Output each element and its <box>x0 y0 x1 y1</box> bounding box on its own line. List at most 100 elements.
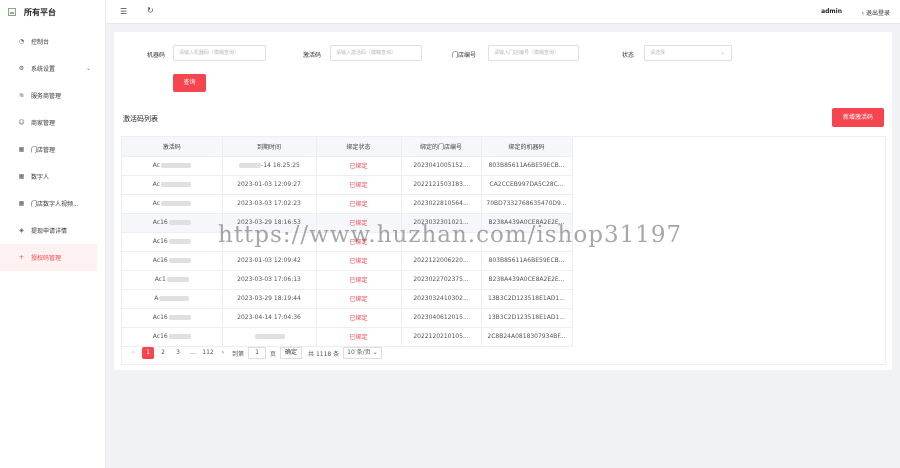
goto-label: 到第 <box>232 350 245 358</box>
cell-machine: 13B3C2D123518E1AD1... <box>481 289 573 309</box>
redacted-mask <box>160 163 191 168</box>
cell-store: 2023032410302... <box>401 289 482 309</box>
smile-icon: ☺ <box>18 119 25 126</box>
redacted-mask <box>166 277 189 282</box>
page-112-button[interactable]: 112 <box>202 347 214 359</box>
sidebar-item-dashboard[interactable]: ◔ 控制台 <box>0 28 105 55</box>
redacted-mask <box>168 315 191 320</box>
column-header-machine: 绑定的机器码 <box>481 137 573 157</box>
activation-code-input[interactable]: 请输入激活码（模糊查询） <box>330 45 422 61</box>
digital-human-icon: ▦ <box>18 173 25 180</box>
redacted-mask <box>159 296 190 301</box>
goto-confirm-button[interactable]: 确定 <box>280 347 303 359</box>
total-count: 共 1118 条 <box>308 350 340 358</box>
cell-status: 已绑定 <box>316 308 402 328</box>
cell-expire: 2023-03-03 17:06:13 <box>222 270 317 290</box>
cell-expire: 2023-01-03 12:09:42 <box>222 251 317 271</box>
watermark: https://www.huzhan.com/ishop31197 <box>218 222 683 248</box>
cell-store: 2023041005152... <box>401 156 482 176</box>
sidebar-item-auth-codes[interactable]: + 授权码管理 <box>0 244 97 271</box>
layers-icon: ◈ <box>19 227 24 234</box>
cell-machine: 2C8B24A0818307934BF... <box>481 327 573 347</box>
status-label: 状态 <box>622 52 635 59</box>
page-3-button[interactable]: 3 <box>172 347 184 359</box>
column-header-code: 激活码 <box>122 137 223 157</box>
redacted-mask <box>168 239 191 244</box>
table-row[interactable]: Ac16 已绑定 2022120210105... 2C8B24A0818307… <box>122 327 573 347</box>
cell-store: 2023022702375... <box>401 270 482 290</box>
query-button[interactable]: 查询 <box>173 74 206 92</box>
sidebar-item-digital-human[interactable]: ▦ 数字人 <box>0 163 105 190</box>
sidebar-item-store-videos[interactable]: ▦ 门店数字人视频... <box>0 190 105 217</box>
sidebar-item-system-settings[interactable]: ⚙ 系统设置 ⌄ <box>0 55 105 82</box>
brand: 所有平台 <box>0 0 105 24</box>
sidebar-item-merchants[interactable]: ☺ 商家管理 <box>0 109 105 136</box>
cell-status: 已绑定 <box>316 327 402 347</box>
store-icon: ▦ <box>18 146 25 153</box>
sidebar-menu: ◔ 控制台 ⚙ 系统设置 ⌄ ≋ 服务商管理 ☺ 商家管理 ▦ 门店管理 ▦ 数… <box>0 28 105 271</box>
table-row[interactable]: Ac16 2023-04-14 17:04:36 已绑定 20230406120… <box>122 308 573 328</box>
table-row[interactable]: A 2023-03-29 18:19:44 已绑定 2023032410302.… <box>122 289 573 309</box>
cell-machine: B238A439A0CE8A2E2E... <box>481 270 573 290</box>
table-row[interactable]: Ac 2023-01-03 12:09:27 已绑定 2022121503183… <box>122 175 573 195</box>
sidebar-item-label: 商家管理 <box>31 120 56 127</box>
sidebar-item-withdrawals[interactable]: ◈ 提现申请详情 <box>0 217 105 244</box>
sidebar-item-label: 数字人 <box>31 174 50 181</box>
wifi-icon: ≋ <box>18 92 25 99</box>
cell-status: 已绑定 <box>316 194 402 214</box>
store-no-input[interactable]: 请输入门店编号（模糊查询） <box>488 45 579 61</box>
sidebar-item-label: 系统设置 <box>31 66 56 73</box>
cell-expire: 2023-01-03 12:09:27 <box>222 175 317 195</box>
table-row[interactable]: Ac16 2023-01-03 12:09:42 已绑定 20221220062… <box>122 251 573 271</box>
add-activation-code-button[interactable]: 新增激活码 <box>832 108 884 127</box>
cell-machine: 70BD7332768635470D9... <box>481 194 573 214</box>
redacted-mask <box>168 220 191 225</box>
activation-code-table: 激活码 到期时间 绑定状态 绑定的门店编号 绑定的机器码 Ac -14 16:2… <box>121 136 886 365</box>
sidebar-item-stores[interactable]: ▦ 门店管理 <box>0 136 105 163</box>
status-select[interactable]: 请选择 ⌄ <box>644 45 732 61</box>
prev-page-button[interactable]: ‹ <box>127 347 139 359</box>
cell-store: 2023040612015... <box>401 308 482 328</box>
cell-status: 已绑定 <box>316 289 402 309</box>
column-header-expire: 到期时间 <box>222 137 317 157</box>
redacted-mask <box>254 334 285 339</box>
cell-expire: -14 16:25:25 <box>222 156 317 176</box>
machine-code-input[interactable]: 请输入机器码（模糊查询） <box>173 45 266 61</box>
cell-code: Ac16 <box>122 213 223 233</box>
cell-machine: 803B85611A6BE59ECB... <box>481 251 573 271</box>
cell-store: 2023022810564... <box>401 194 482 214</box>
dashboard-icon: ◔ <box>18 38 25 45</box>
chevron-down-icon: ⌄ <box>372 349 378 356</box>
table-row[interactable]: Ac 2023-03-03 17:02:23 已绑定 2023022810564… <box>122 194 573 214</box>
menu-toggle-icon[interactable]: ☰ <box>120 7 127 16</box>
cell-code: Ac16 <box>122 251 223 271</box>
logout-link[interactable]: ‹ 退出登录 <box>862 8 890 17</box>
cell-status: 已绑定 <box>316 251 402 271</box>
column-header-status: 绑定状态 <box>316 137 402 157</box>
page-size-select[interactable]: 10 条/页 ⌄ <box>343 347 382 359</box>
page-2-button[interactable]: 2 <box>157 347 169 359</box>
cell-code: A <box>122 289 223 309</box>
goto-page-input[interactable]: 1 <box>248 347 267 359</box>
table-row[interactable]: Ac1 2023-03-03 17:06:13 已绑定 202302270237… <box>122 270 573 290</box>
refresh-icon[interactable]: ↻ <box>147 6 154 15</box>
cell-machine: 13B3C2D123518E1AD1... <box>481 308 573 328</box>
next-page-button[interactable]: › <box>217 347 229 359</box>
cell-machine: 803B85611A6BE59ECB... <box>481 156 573 176</box>
column-header-store: 绑定的门店编号 <box>401 137 482 157</box>
broken-image-icon <box>8 8 16 16</box>
cell-expire <box>222 327 317 347</box>
page-unit: 页 <box>270 350 277 358</box>
sidebar-item-service-providers[interactable]: ≋ 服务商管理 <box>0 82 105 109</box>
sidebar-item-label: 服务商管理 <box>31 93 62 100</box>
chevron-down-icon: ⌄ <box>85 65 91 72</box>
table-row[interactable]: Ac -14 16:25:25 已绑定 2023041005152... 803… <box>122 156 573 176</box>
store-no-label: 门店编号 <box>452 52 477 59</box>
cell-code: Ac16 <box>122 308 223 328</box>
cell-status: 已绑定 <box>316 175 402 195</box>
plus-icon: + <box>18 254 25 261</box>
sidebar-item-label: 控制台 <box>31 39 50 46</box>
page-ellipsis[interactable]: ... <box>187 347 199 359</box>
cell-status: 已绑定 <box>316 270 402 290</box>
page-1-button[interactable]: 1 <box>142 347 154 359</box>
